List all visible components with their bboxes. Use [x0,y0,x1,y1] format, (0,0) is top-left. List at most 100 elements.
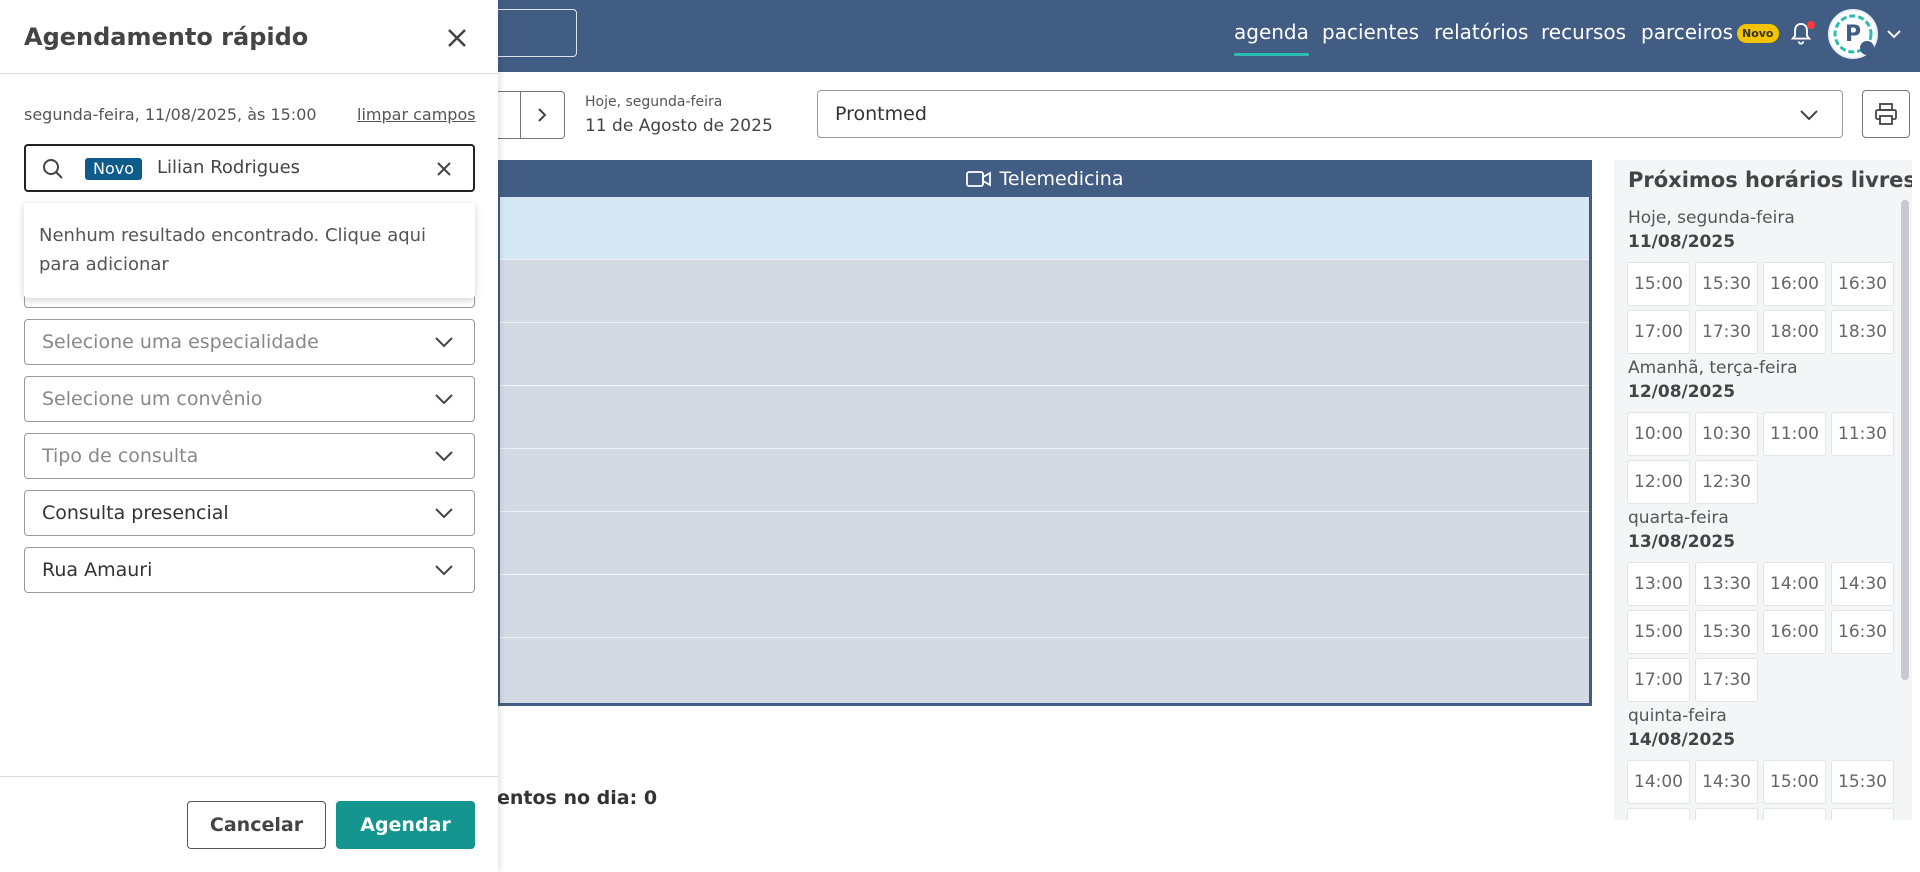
modal-title: Agendamento rápido [24,23,309,51]
chevron-down-icon [1800,110,1818,121]
day-date: 11/08/2025 [1628,232,1736,252]
time-slot-button[interactable]: 17:30 [1695,658,1758,702]
chevron-down-icon [435,337,453,348]
location-value: Rua Amauri [42,559,153,581]
time-slot-button[interactable]: 17:00 [1627,310,1690,354]
chevron-down-icon [435,508,453,519]
calendar-slot-row[interactable] [500,512,1589,575]
today-date: 11 de Agosto de 2025 [585,116,773,136]
time-slot-button[interactable] [1695,808,1758,820]
chevron-down-icon[interactable] [1884,24,1904,44]
chevron-down-icon [435,565,453,576]
calendar-column-header: Telemedicina [497,160,1592,197]
nav-recursos[interactable]: recursos [1541,20,1626,44]
calendar-header-label: Telemedicina [999,167,1124,190]
time-slot-button[interactable]: 17:00 [1627,658,1690,702]
consultation-mode-select[interactable]: Consulta presencial [24,490,475,536]
no-result-message[interactable]: Nenhum resultado encontrado. Clique aqui… [39,221,459,279]
time-slot-button[interactable]: 18:00 [1763,310,1826,354]
day-label: Hoje, segunda-feira [1628,208,1795,228]
date-picker-edge[interactable] [497,91,521,139]
cancel-button[interactable]: Cancelar [187,801,326,849]
time-slot-button[interactable]: 13:30 [1695,562,1758,606]
time-slot-button[interactable]: 14:30 [1695,760,1758,804]
quick-schedule-drawer: Agendamento rápido segunda-feira, 11/08/… [0,0,498,872]
nav-pacientes[interactable]: pacientes [1322,20,1419,44]
time-slot-button[interactable]: 15:30 [1695,262,1758,306]
day-appointments-count: entos no dia: 0 [497,787,658,809]
time-slot-button[interactable]: 15:30 [1695,610,1758,654]
time-slot-button[interactable]: 12:00 [1627,460,1690,504]
time-slot-button[interactable]: 15:00 [1627,610,1690,654]
clear-fields-link[interactable]: limpar campos [357,105,476,124]
print-button[interactable] [1862,90,1910,138]
time-slot-button[interactable] [1763,808,1826,820]
free-slots-title: Próximos horários livres [1628,168,1912,192]
divider [0,776,498,777]
avatar[interactable]: P [1828,9,1878,59]
day-date: 12/08/2025 [1628,382,1736,402]
time-slot-button[interactable]: 15:30 [1831,760,1894,804]
nav-parceiros[interactable]: parceiros [1641,20,1733,44]
day-date: 13/08/2025 [1628,532,1736,552]
nav-relatorios[interactable]: relatórios [1434,20,1528,44]
consultation-mode-value: Consulta presencial [42,502,229,524]
time-slot-button[interactable]: 17:30 [1695,310,1758,354]
location-select[interactable]: Rua Amauri [24,547,475,593]
time-slot-button[interactable]: 15:00 [1763,760,1826,804]
patient-search-input[interactable]: Novo Lilian Rodrigues [24,144,475,192]
divider [0,73,498,74]
day-label: quinta-feira [1628,706,1727,726]
clinic-select[interactable]: Prontmed [817,90,1843,138]
insurance-placeholder: Selecione um convênio [42,388,263,410]
new-badge: Novo [1737,24,1779,43]
chevron-down-icon [435,394,453,405]
calendar-slot-row[interactable] [500,449,1589,512]
specialty-select[interactable]: Selecione uma especialidade [24,319,475,365]
next-day-button[interactable] [520,91,565,139]
schedule-button[interactable]: Agendar [336,801,475,849]
time-slot-button[interactable]: 10:30 [1695,412,1758,456]
calendar-slot-row[interactable] [500,323,1589,386]
calendar-grid [497,160,1592,706]
time-slot-button[interactable]: 16:30 [1831,610,1894,654]
clinic-select-value: Prontmed [835,103,927,125]
calendar-slot-row[interactable] [500,260,1589,323]
time-slot-button[interactable]: 13:00 [1627,562,1690,606]
free-slots-panel: Próximos horários livres Hoje, segunda-f… [1614,160,1912,820]
time-slot-button[interactable]: 12:30 [1695,460,1758,504]
free-slots-scrollbar[interactable] [1901,200,1909,680]
time-slot-button[interactable] [1831,808,1894,820]
calendar-slot-row[interactable] [500,638,1589,701]
calendar-slot-row[interactable] [500,386,1589,449]
close-icon[interactable] [443,24,471,52]
time-slot-button[interactable]: 14:30 [1831,562,1894,606]
today-label: Hoje, segunda-feira [585,94,723,110]
time-slot-button[interactable]: 14:00 [1763,562,1826,606]
clear-input-icon[interactable] [435,160,453,178]
time-slot-button[interactable]: 11:00 [1763,412,1826,456]
day-label: quarta-feira [1628,508,1729,528]
time-slot-button[interactable]: 16:00 [1763,610,1826,654]
selected-slot-info: segunda-feira, 11/08/2025, às 15:00 [24,105,317,124]
time-slot-button[interactable] [1627,808,1690,820]
consultation-type-select[interactable]: Tipo de consulta [24,433,475,479]
nav-agenda[interactable]: agenda [1234,20,1309,56]
time-slot-button[interactable]: 16:00 [1763,262,1826,306]
calendar-slot-row[interactable] [500,575,1589,638]
time-slot-button[interactable]: 16:30 [1831,262,1894,306]
day-label: Amanhã, terça-feira [1628,358,1798,378]
new-patient-tag: Novo [85,158,143,180]
insurance-select[interactable]: Selecione um convênio [24,376,475,422]
time-slot-button[interactable]: 15:00 [1627,262,1690,306]
no-result-dropdown[interactable]: Nenhum resultado encontrado. Clique aqui… [24,203,475,298]
search-icon [43,159,63,179]
time-slot-button[interactable]: 18:30 [1831,310,1894,354]
day-date: 14/08/2025 [1628,730,1736,750]
time-slot-button[interactable]: 14:00 [1627,760,1690,804]
time-slot-button[interactable]: 10:00 [1627,412,1690,456]
calendar-slot-row[interactable] [500,197,1589,260]
time-slot-button[interactable]: 11:30 [1831,412,1894,456]
notification-dot [1807,21,1815,29]
printer-icon [1875,103,1897,125]
